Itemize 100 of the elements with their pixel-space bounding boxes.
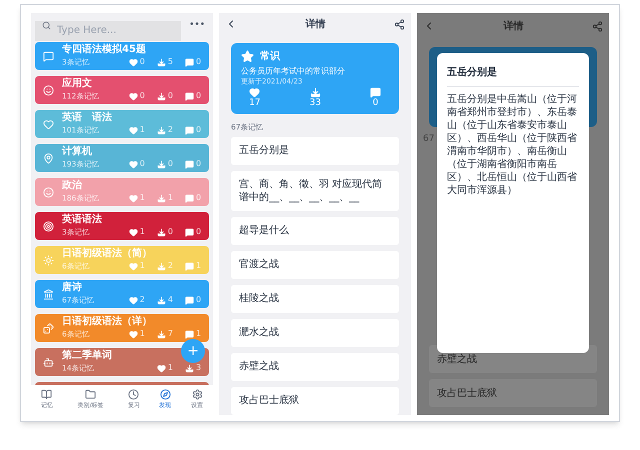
download-icon (156, 160, 166, 168)
comment-icon (184, 262, 194, 270)
nav-icon (128, 389, 140, 400)
deck-name: 常识 (260, 50, 280, 64)
deck-title: 应用文 (62, 78, 92, 90)
nav-icon (192, 389, 203, 400)
deck-icon (43, 322, 54, 334)
deck-title: 政治 (62, 180, 82, 192)
download-icon (184, 364, 194, 372)
memory-item[interactable]: 淝水之战 (231, 319, 400, 347)
deck-title: 日语初级语法（简） (62, 248, 152, 260)
nav-icon (41, 389, 52, 400)
comments-count: 0 (372, 98, 378, 108)
download-icon (156, 296, 166, 304)
dialog-body: 五岳分别是中岳嵩山（位于河南省郑州市登封市）、东岳泰山（位于山东省泰安市泰山区）、西岳华山（位于陕西省渭南市华阴市）、南岳衡山（位于湖南省衡阳市南岳区）、北岳恒山（位于山西省大同市浑源县） (447, 93, 578, 197)
heart-icon (128, 160, 138, 168)
downloads-count: 0 (168, 226, 173, 238)
downloads-count: 0 (168, 90, 173, 102)
download-icon (156, 92, 166, 100)
deck-icon (43, 220, 54, 232)
memory-item[interactable]: 超导是什么 (231, 217, 400, 245)
comments-count: 1 (196, 260, 202, 272)
comments-count: 1 (196, 328, 202, 340)
download-icon (156, 126, 166, 134)
deck-description: 公务员历年考试中的常识部分 (241, 67, 346, 76)
download-icon (156, 330, 166, 338)
share-icon[interactable] (394, 18, 406, 30)
more-button[interactable]: ••• (189, 19, 210, 33)
heart-icon (128, 92, 138, 100)
comments-count: 0 (196, 56, 202, 68)
screen-title: 详情 (504, 19, 524, 34)
downloads-count: 3 (196, 362, 202, 374)
deck-title: 第二季单词 (62, 350, 112, 362)
deck-icon (43, 254, 54, 266)
star-icon (241, 50, 254, 63)
likes-count: 2 (140, 294, 145, 306)
memory-item[interactable]: 攻占巴士底狱 (429, 379, 597, 407)
downloads-count: 0 (168, 158, 173, 170)
download-icon (156, 262, 166, 270)
memory-item[interactable]: 攻占巴士底狱 (231, 387, 400, 415)
heart-icon (128, 330, 138, 338)
memory-item[interactable]: 官渡之战 (231, 251, 400, 279)
deck-icon (43, 152, 54, 164)
likes-count: 1 (168, 362, 173, 374)
comment-icon (184, 330, 194, 338)
downloads-count: 5 (168, 56, 173, 68)
likes-count: 1 (140, 192, 145, 204)
comments-count: 0 (196, 192, 202, 204)
download-icon (156, 58, 166, 66)
downloads-count: 33 (310, 98, 321, 108)
likes-count: 1 (140, 226, 145, 238)
likes-count: 1 (140, 260, 145, 272)
comment-icon (184, 296, 194, 304)
downloads-count: 7 (168, 328, 173, 340)
deck-title: 英语语法 (62, 214, 102, 226)
heart-icon (249, 87, 260, 98)
comment-icon (184, 58, 194, 66)
heart-icon (128, 296, 138, 304)
likes-count: 0 (140, 158, 145, 170)
heart-icon (156, 364, 166, 372)
download-icon (310, 87, 321, 98)
comment-icon (184, 194, 194, 202)
comment-icon (184, 160, 194, 168)
heart-icon (128, 194, 138, 202)
comments-count: 0 (196, 90, 202, 102)
deck-icon (43, 84, 54, 96)
heart-icon (128, 58, 138, 66)
memory-item[interactable]: 赤壁之战 (231, 353, 400, 381)
downloads-count: 1 (168, 192, 173, 204)
comments-count: 0 (196, 158, 202, 170)
deck-title: 专四语法模拟45题 (62, 44, 146, 56)
likes-count: 0 (140, 56, 145, 68)
likes-count: 1 (140, 124, 145, 136)
deck-icon (43, 186, 54, 198)
deck-title: 计算机 (62, 146, 92, 158)
nav-icon (160, 389, 171, 400)
comment-icon (184, 228, 194, 236)
deck-icon (43, 118, 54, 130)
deck-icon (43, 50, 54, 62)
likes-count: 0 (140, 90, 145, 102)
comment-icon (184, 126, 194, 134)
search-field[interactable]: Type Here... (35, 20, 182, 40)
memory-item[interactable]: 五岳分别是 (231, 137, 400, 165)
search-icon (42, 21, 51, 30)
memory-count: 67 (423, 133, 434, 146)
downloads-count: 4 (168, 294, 173, 306)
deck-title: 日语初级语法（详） (62, 316, 152, 328)
heart-icon (128, 126, 138, 134)
downloads-count: 2 (168, 260, 173, 272)
comments-count: 0 (196, 226, 202, 238)
download-icon (156, 228, 166, 236)
downloads-count: 2 (168, 124, 173, 136)
heart-icon (128, 262, 138, 270)
comments-count: 0 (196, 124, 202, 136)
memory-item[interactable]: 桂陵之战 (231, 285, 400, 313)
screen-title: 详情 (306, 17, 326, 32)
memory-item[interactable]: 宫、商、角、徵、羽 对应现代简谱中的__、__、__、__、__ (231, 171, 400, 211)
download-icon (156, 194, 166, 202)
likes-count: 17 (249, 98, 261, 108)
likes-count: 1 (140, 328, 145, 340)
